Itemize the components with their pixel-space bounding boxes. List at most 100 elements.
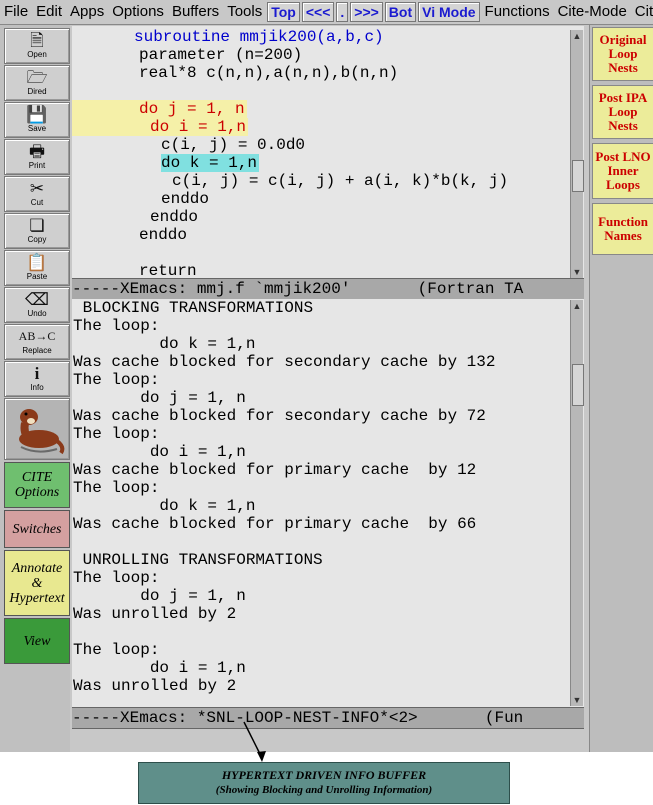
source-line: real*8 c(n,n),a(n,n),b(n,n) bbox=[139, 64, 399, 82]
folder-icon: 🗁 bbox=[26, 68, 48, 87]
annotation-arrow-icon bbox=[243, 721, 266, 762]
loop-highlight-band bbox=[72, 118, 150, 136]
info-line: The loop: bbox=[73, 479, 160, 497]
replace-button[interactable]: AB→C Replace bbox=[4, 324, 70, 360]
otter-logo-icon bbox=[19, 409, 65, 455]
cite-options-button[interactable]: CITE Options bbox=[4, 462, 70, 508]
cut-label: Cut bbox=[30, 198, 44, 207]
caption-box: HYPERTEXT DRIVEN INFO BUFFER (Showing Bl… bbox=[138, 762, 510, 804]
menu-cite-mode[interactable]: Cite-Mode bbox=[554, 1, 631, 23]
loop-highlight-band bbox=[72, 100, 139, 118]
caption-title: HYPERTEXT DRIVEN INFO BUFFER bbox=[221, 768, 427, 782]
dired-label: Dired bbox=[27, 87, 47, 96]
top-scrollbar[interactable]: ▲ ▼ bbox=[570, 30, 584, 278]
info-line: The loop: bbox=[73, 317, 160, 335]
top-scroll-thumb[interactable] bbox=[572, 160, 584, 192]
printer-icon: 🖶 bbox=[28, 142, 46, 161]
bottom-modeline: -----XEmacs: *SNL-LOOP-NEST-INFO*<2> (Fu… bbox=[72, 707, 584, 729]
menu-options[interactable]: Options bbox=[108, 1, 168, 23]
menu-functions[interactable]: Functions bbox=[481, 1, 554, 23]
nav-prev-button[interactable]: <<< bbox=[301, 2, 335, 22]
scroll-down-arrow-icon[interactable]: ▼ bbox=[571, 694, 583, 706]
info-line: BLOCKING TRANSFORMATIONS bbox=[73, 299, 314, 317]
info-line: do j = 1, n bbox=[73, 389, 246, 407]
menu-tools[interactable]: Tools bbox=[223, 1, 266, 23]
info-line: do i = 1,n bbox=[73, 443, 246, 461]
nav-top-button[interactable]: Top bbox=[267, 2, 300, 22]
original-loop-nests-button[interactable]: Original Loop Nests bbox=[592, 27, 653, 81]
undo-eraser-icon: ⌫ bbox=[24, 290, 50, 309]
save-disk-icon: 💾 bbox=[26, 105, 48, 124]
paste-label: Paste bbox=[26, 272, 48, 281]
switches-button[interactable]: Switches bbox=[4, 510, 70, 548]
xemacs-window: File Edit Apps Options Buffers Tools Top… bbox=[0, 0, 653, 752]
source-line: parameter (n=200) bbox=[139, 46, 303, 64]
replace-icon: AB→C bbox=[18, 329, 56, 343]
menu-file[interactable]: File bbox=[0, 1, 32, 23]
open-button[interactable]: 🗎 Open bbox=[4, 28, 70, 64]
info-line: The loop: bbox=[73, 371, 160, 389]
source-line: enddo bbox=[161, 190, 210, 208]
function-names-button[interactable]: Function Names bbox=[592, 203, 653, 255]
print-button[interactable]: 🖶 Print bbox=[4, 139, 70, 175]
annotate-hypertext-button[interactable]: Annotate & Hypertext bbox=[4, 550, 70, 616]
fortran-source-buffer[interactable]: subroutine mmjik200(a,b,c) parameter (n=2… bbox=[72, 26, 584, 278]
otter-logo-button[interactable] bbox=[4, 398, 70, 460]
menubar: File Edit Apps Options Buffers Tools Top… bbox=[0, 0, 653, 25]
view-button[interactable]: View bbox=[4, 618, 70, 664]
toolbar: 🗎 Open 🗁 Dired 💾 Save 🖶 Print ✂ Cut ❏ Co… bbox=[0, 25, 70, 752]
source-line: c(i, j) = 0.0d0 bbox=[161, 136, 306, 154]
scissors-icon: ✂ bbox=[29, 179, 45, 198]
undo-label: Undo bbox=[27, 309, 47, 318]
source-line: do k = 1,n bbox=[161, 154, 260, 172]
menu-apps[interactable]: Apps bbox=[66, 1, 108, 23]
info-line: Was cache blocked for primary cache by 1… bbox=[73, 461, 477, 479]
info-line: do j = 1, n bbox=[73, 587, 246, 605]
cite-right-panel: Original Loop Nests Post IPA Loop Nests … bbox=[589, 25, 653, 752]
info-line: The loop: bbox=[73, 569, 160, 587]
menu-buffers[interactable]: Buffers bbox=[168, 1, 223, 23]
bottom-scrollbar[interactable]: ▲ ▼ bbox=[570, 300, 584, 706]
nav-dot-button[interactable]: . bbox=[336, 2, 349, 22]
cut-button[interactable]: ✂ Cut bbox=[4, 176, 70, 212]
undo-button[interactable]: ⌫ Undo bbox=[4, 287, 70, 323]
info-line: Was cache blocked for secondary cache by… bbox=[73, 407, 486, 425]
scroll-up-arrow-icon[interactable]: ▲ bbox=[571, 30, 583, 42]
info-button[interactable]: i Info bbox=[4, 361, 70, 397]
post-ipa-loop-nests-button[interactable]: Post IPA Loop Nests bbox=[592, 85, 653, 139]
loop-nest-info-buffer[interactable]: BLOCKING TRANSFORMATIONS The loop: do k =… bbox=[72, 299, 584, 707]
bottom-scroll-thumb[interactable] bbox=[572, 364, 584, 406]
scroll-down-arrow-icon[interactable]: ▼ bbox=[571, 266, 583, 278]
caption-subtitle: (Showing Blocking and Unrolling Informat… bbox=[215, 784, 433, 796]
nav-bot-button[interactable]: Bot bbox=[384, 2, 417, 22]
paste-button[interactable]: 📋 Paste bbox=[4, 250, 70, 286]
info-line: do k = 1,n bbox=[73, 335, 256, 353]
source-line: enddo bbox=[139, 226, 188, 244]
dired-button[interactable]: 🗁 Dired bbox=[4, 65, 70, 101]
info-icon: i bbox=[34, 364, 40, 383]
top-modeline: -----XEmacs: mmj.f `mmjik200' (Fortran T… bbox=[72, 278, 584, 300]
print-label: Print bbox=[28, 161, 46, 170]
info-line: Was cache blocked for secondary cache by… bbox=[73, 353, 496, 371]
copy-button[interactable]: ❏ Copy bbox=[4, 213, 70, 249]
info-line: Was unrolled by 2 bbox=[73, 677, 237, 695]
info-line: do k = 1,n bbox=[73, 497, 256, 515]
post-lno-inner-loops-button[interactable]: Post LNO Inner Loops bbox=[592, 143, 653, 199]
source-line: c(i, j) = c(i, j) + a(i, k)*b(k, j) bbox=[172, 172, 509, 190]
info-line: do i = 1,n bbox=[73, 659, 246, 677]
vi-mode-button[interactable]: Vi Mode bbox=[418, 2, 480, 22]
info-line: The loop: bbox=[73, 425, 160, 443]
save-label: Save bbox=[27, 124, 47, 133]
copy-label: Copy bbox=[27, 235, 47, 244]
info-line: Was cache blocked for primary cache by 6… bbox=[73, 515, 477, 533]
copy-icon: ❏ bbox=[29, 216, 45, 235]
save-button[interactable]: 💾 Save bbox=[4, 102, 70, 138]
info-label: Info bbox=[30, 383, 44, 392]
paste-clipboard-icon: 📋 bbox=[26, 253, 48, 272]
nav-next-button[interactable]: >>> bbox=[350, 2, 383, 22]
info-line: The loop: bbox=[73, 641, 160, 659]
source-line: do i = 1,n bbox=[150, 118, 249, 136]
menu-edit[interactable]: Edit bbox=[32, 1, 66, 23]
menu-cite-f[interactable]: Cite-F bbox=[631, 1, 653, 23]
scroll-up-arrow-icon[interactable]: ▲ bbox=[571, 300, 583, 312]
